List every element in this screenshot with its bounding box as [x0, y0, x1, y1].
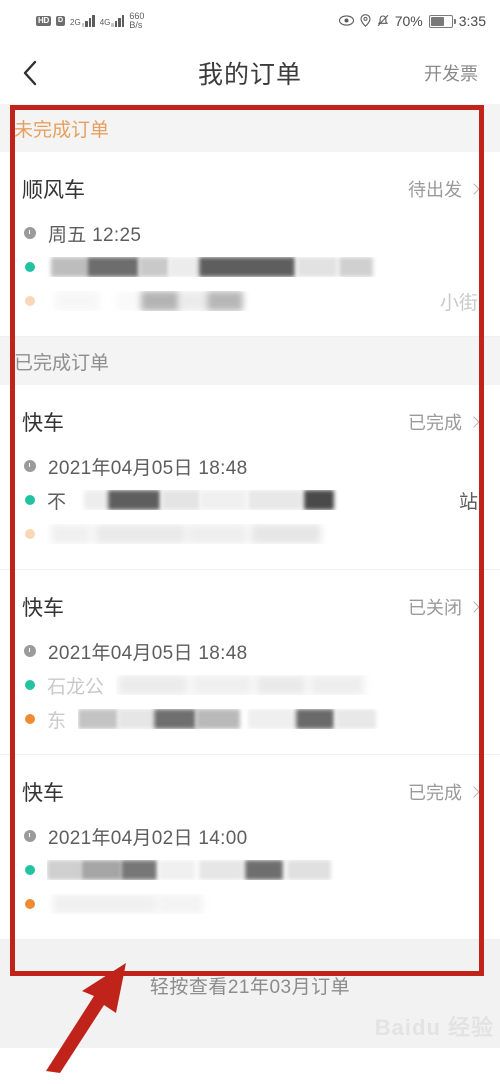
origin-dot-icon	[25, 262, 35, 272]
origin-dot-icon	[25, 680, 35, 690]
destination-address-redacted	[47, 291, 428, 311]
order-card[interactable]: 快车 已完成 2021年04月05日 18:48 不 站	[0, 385, 500, 570]
chevron-right-icon	[468, 785, 480, 798]
chevron-left-icon	[22, 59, 38, 87]
status-bar: HD D 2G 4G 660 B/s 70% 3:35	[0, 0, 500, 42]
order-status: 已完成	[408, 409, 480, 435]
clock-icon	[24, 460, 36, 472]
order-status-label: 待出发	[408, 180, 462, 200]
order-type: 快车	[22, 782, 64, 805]
chevron-right-icon	[468, 600, 480, 613]
order-status-label: 已完成	[408, 783, 462, 803]
order-time-row: 2021年04月05日 18:48	[22, 451, 478, 481]
invoice-button[interactable]: 开发票	[424, 60, 478, 86]
destination-dot-icon	[25, 529, 35, 539]
signal-1-label: 2G	[70, 18, 81, 27]
orders-list: 未完成订单 顺风车 待出发 周五 12:25 小街 已完成订单 快车 已完成 2…	[0, 104, 500, 940]
volte-icon: D	[55, 16, 66, 26]
order-time-row: 周五 12:25	[22, 218, 478, 248]
order-card-header: 快车 已完成	[22, 777, 480, 807]
order-status: 已完成	[408, 779, 480, 805]
chevron-right-icon	[468, 415, 480, 428]
battery-percent: 70%	[394, 13, 423, 29]
order-status-label: 已关闭	[408, 598, 462, 618]
clock-time: 3:35	[458, 13, 486, 29]
clock-icon	[24, 830, 36, 842]
origin-tail-text: 站	[458, 491, 478, 513]
order-card[interactable]: 快车 已关闭 2021年04月05日 18:48 石龙公 东	[0, 570, 500, 755]
destination-address-redacted	[47, 894, 478, 914]
origin-address-redacted	[116, 675, 478, 695]
order-type: 快车	[22, 412, 64, 435]
origin-visible-text: 不	[47, 491, 67, 513]
network-speed: 660 B/s	[129, 12, 144, 30]
order-origin-row: 石龙公	[22, 670, 478, 700]
order-destination-row: 小街	[22, 286, 478, 316]
destination-dot-icon	[25, 714, 35, 724]
order-time: 周五 12:25	[48, 224, 142, 246]
order-origin-row	[22, 252, 478, 282]
destination-visible-text: 小街	[439, 292, 478, 314]
order-time: 2021年04月05日 18:48	[48, 642, 248, 664]
order-time: 2021年04月05日 18:48	[48, 457, 248, 479]
eye-icon	[338, 14, 354, 28]
order-card-header: 快车 已关闭	[22, 592, 480, 622]
order-card-header: 顺风车 待出发	[22, 174, 480, 204]
status-bar-left: HD D 2G 4G 660 B/s	[36, 12, 144, 30]
signal-bars-icon-2	[111, 15, 125, 27]
origin-address-redacted	[78, 490, 447, 510]
destination-dot-icon	[25, 296, 35, 306]
signal-2: 4G	[100, 15, 125, 27]
clock-icon	[24, 645, 36, 657]
watermark: Baidu 经验	[374, 1015, 494, 1040]
section-header-completed: 已完成订单	[0, 337, 500, 385]
location-pin-icon	[360, 13, 371, 29]
order-type: 快车	[22, 597, 64, 620]
nav-bar: 我的订单 开发票	[0, 42, 500, 104]
order-status: 待出发	[408, 176, 480, 202]
back-button[interactable]	[22, 59, 52, 87]
order-time: 2021年04月02日 14:00	[48, 827, 248, 849]
order-origin-row	[22, 855, 478, 885]
destination-dot-icon	[25, 899, 35, 909]
origin-visible-text: 石龙公	[47, 676, 105, 698]
order-time-row: 2021年04月02日 14:00	[22, 821, 478, 851]
destination-address-redacted	[47, 524, 478, 544]
list-footer: 轻按查看21年03月订单 Baidu 经验	[0, 940, 500, 1048]
origin-address-redacted	[47, 860, 478, 880]
order-status: 已关闭	[408, 594, 480, 620]
origin-dot-icon	[25, 495, 35, 505]
battery-icon	[428, 14, 456, 28]
signal-1: 2G	[70, 15, 95, 27]
order-destination-row	[22, 889, 478, 919]
origin-dot-icon	[25, 865, 35, 875]
origin-address-redacted	[47, 257, 478, 277]
order-card[interactable]: 顺风车 待出发 周五 12:25 小街	[0, 152, 500, 337]
chevron-right-icon	[468, 182, 480, 195]
hd-icon: HD	[36, 15, 51, 27]
destination-address-redacted	[78, 709, 478, 729]
order-destination-row: 东	[22, 704, 478, 734]
status-bar-right: 70% 3:35	[338, 13, 486, 29]
order-type: 顺风车	[22, 179, 85, 202]
order-card[interactable]: 快车 已完成 2021年04月02日 14:00	[0, 755, 500, 940]
clock-icon	[24, 227, 36, 239]
order-origin-row: 不 站	[22, 485, 478, 515]
order-time-row: 2021年04月05日 18:48	[22, 636, 478, 666]
order-destination-row	[22, 519, 478, 549]
destination-visible-text: 东	[47, 710, 67, 732]
signal-bars-icon-1	[81, 15, 95, 27]
bell-muted-icon	[377, 14, 389, 29]
section-header-pending: 未完成订单	[0, 104, 500, 152]
load-more-hint[interactable]: 轻按查看21年03月订单	[0, 972, 500, 999]
network-speed-unit: B/s	[129, 20, 143, 30]
signal-2-label: 4G	[99, 18, 111, 27]
order-card-header: 快车 已完成	[22, 407, 480, 437]
order-status-label: 已完成	[408, 413, 462, 433]
